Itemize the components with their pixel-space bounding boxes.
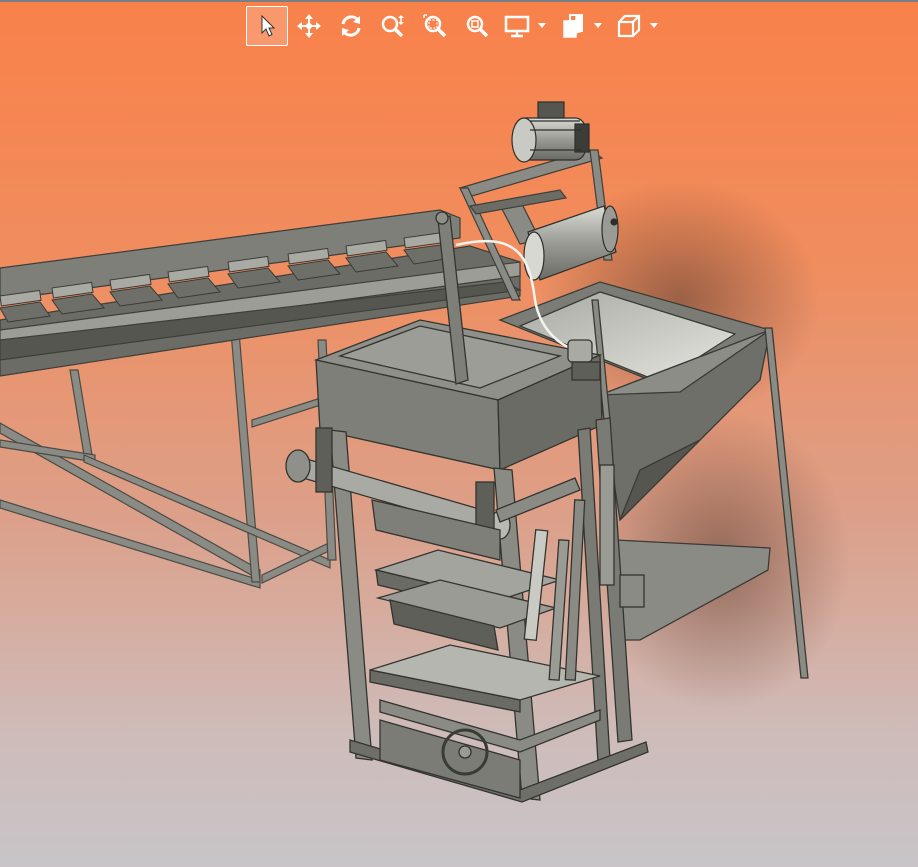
chevron-down-icon [538, 23, 546, 28]
zoom-tool-button[interactable] [372, 6, 414, 46]
zoom-window-button[interactable] [414, 6, 456, 46]
monitor-icon [504, 15, 530, 38]
pointer-arrow-icon [261, 14, 276, 37]
display-mode-dropdown[interactable] [498, 6, 554, 46]
move-arrows-icon [297, 14, 321, 38]
chevron-down-icon [594, 23, 602, 28]
cad-model[interactable] [0, 0, 918, 867]
section-view-icon [563, 13, 583, 38]
electric-motor [511, 101, 590, 163]
rotate-icon [341, 15, 361, 37]
zoom-fit-icon [466, 15, 489, 38]
standard-views-dropdown[interactable] [610, 6, 666, 46]
3d-viewport[interactable] [0, 0, 918, 867]
rotate-tool-button[interactable] [330, 6, 372, 46]
pan-tool-button[interactable] [288, 6, 330, 46]
cube-view-icon [617, 14, 641, 38]
zoom-window-icon [423, 14, 447, 38]
chevron-down-icon [650, 23, 658, 28]
zoom-fit-button[interactable] [456, 6, 498, 46]
select-tool-button[interactable] [246, 6, 288, 46]
zoom-in-out-icon [381, 15, 404, 38]
view-toolbar [246, 6, 666, 46]
section-view-dropdown[interactable] [554, 6, 610, 46]
